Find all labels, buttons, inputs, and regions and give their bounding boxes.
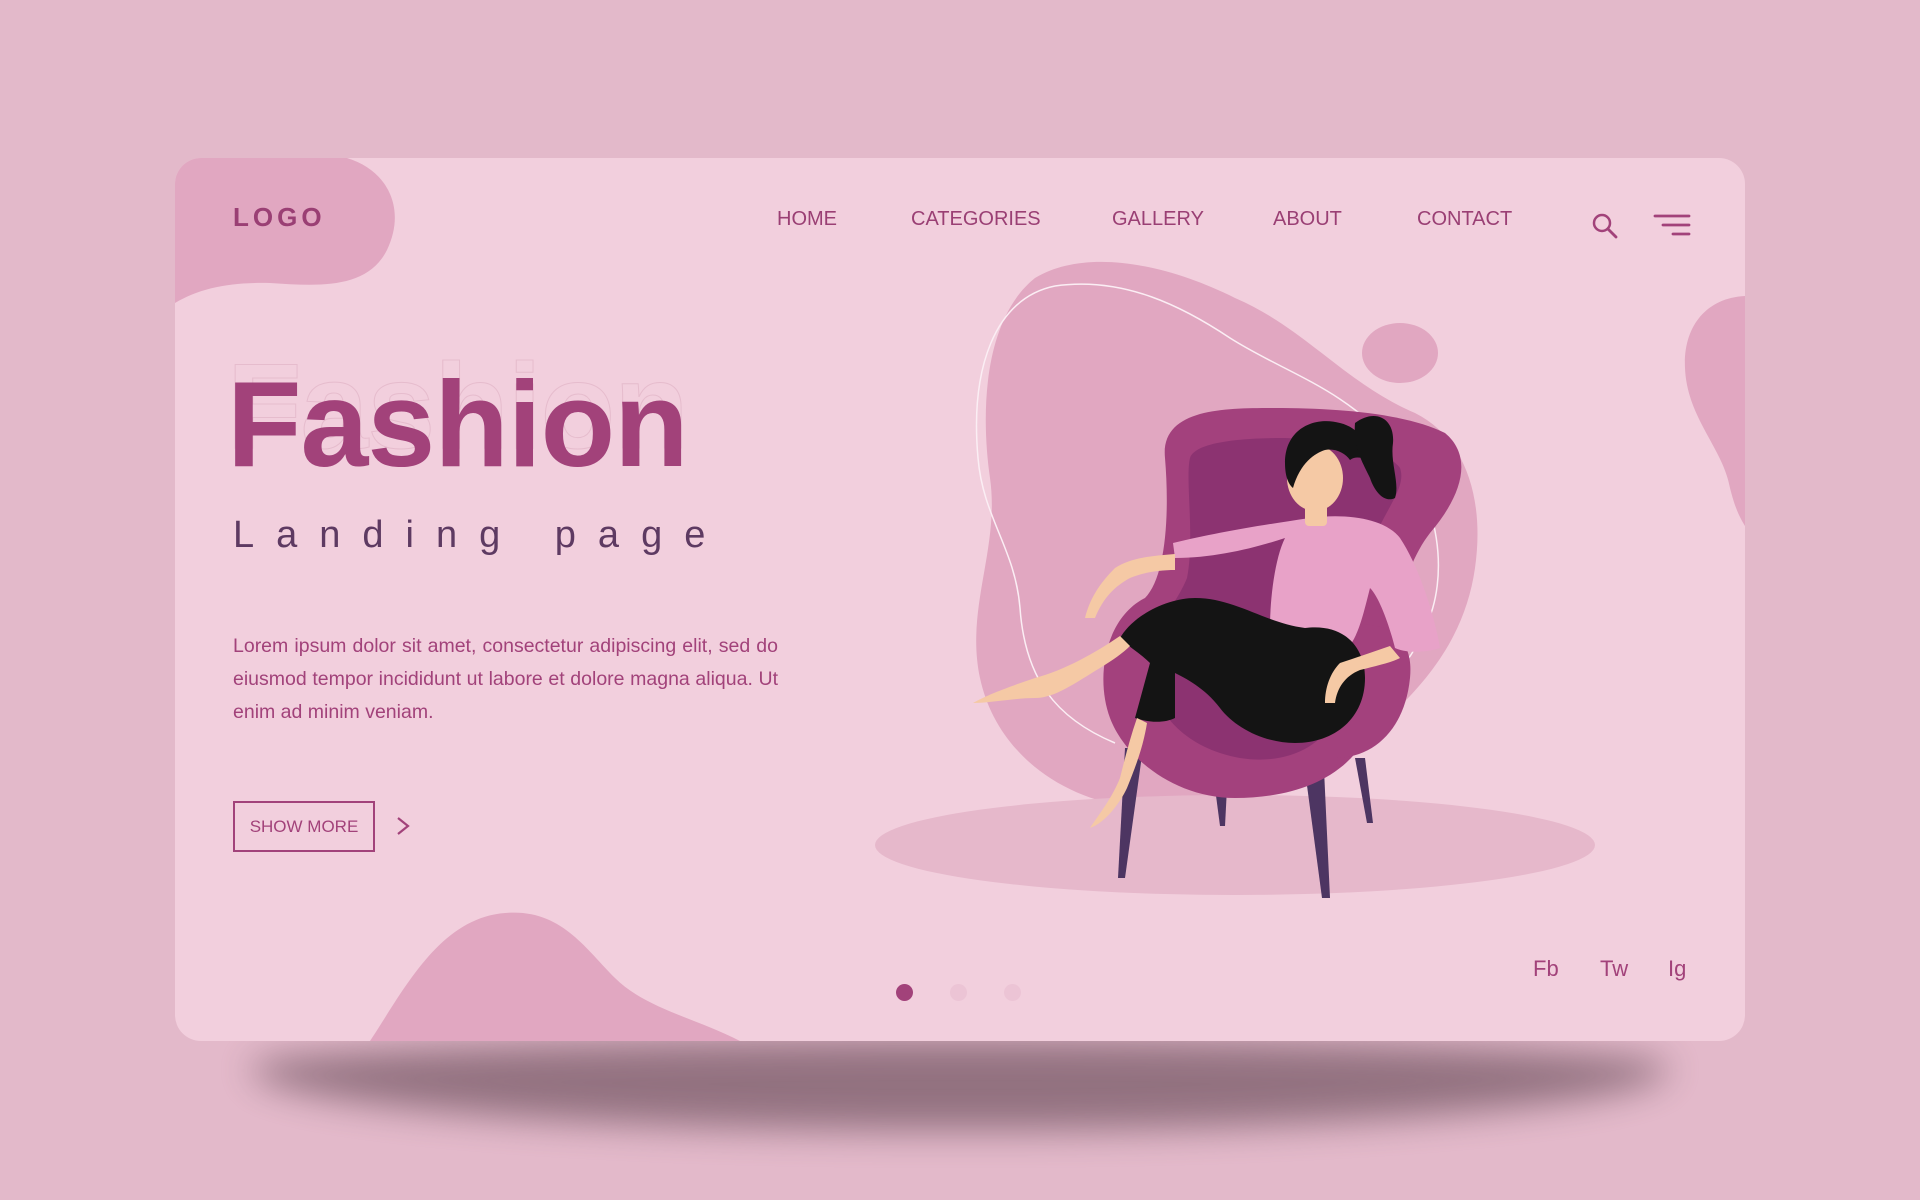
card-shadow — [250, 1040, 1670, 1130]
pagination-dot[interactable] — [950, 984, 967, 1001]
pagination-dot[interactable] — [1004, 984, 1021, 1001]
social-facebook[interactable]: Fb — [1533, 956, 1559, 982]
pagination-dot-active[interactable] — [896, 984, 913, 1001]
social-instagram[interactable]: Ig — [1668, 956, 1686, 982]
woman-in-chair-illustration — [973, 408, 1462, 898]
chair-leg — [1355, 758, 1373, 823]
social-twitter[interactable]: Tw — [1600, 956, 1628, 982]
landing-card: LOGO HOME CATEGORIES GALLERY ABOUT CONTA… — [175, 158, 1745, 1041]
